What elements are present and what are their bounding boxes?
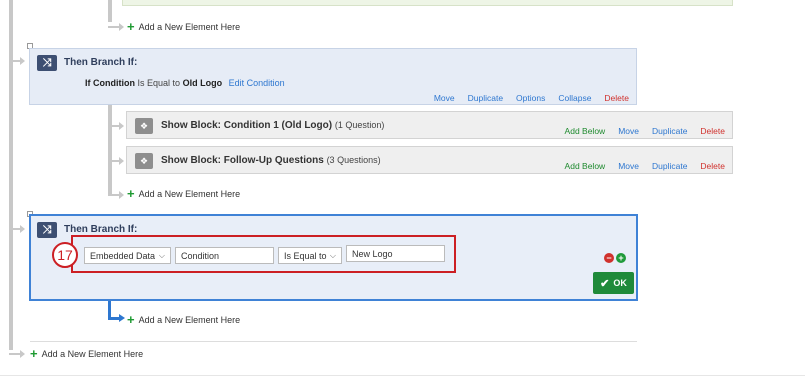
previous-element-strip [122,0,733,6]
add-below-link[interactable]: Add Below [565,126,606,136]
add-element-label: Add a New Element Here [138,315,241,325]
block-element: ❖ Show Block: Condition 1 (Old Logo) (1 … [126,111,733,139]
edit-condition-link[interactable]: Edit Condition [229,78,285,88]
block-element: ❖ Show Block: Follow-Up Questions (3 Que… [126,146,733,174]
options-link[interactable]: Options [516,93,545,103]
branch1-child-line [108,105,112,195]
delete-link[interactable]: Delete [700,126,725,136]
connector-arrow [20,225,25,233]
add-element-link[interactable]: + Add a New Element Here [30,346,144,361]
bottom-divider [0,375,805,376]
connector-arrow [20,350,25,358]
branch-condition-box: ⤨ Then Branch If: If Condition Is Equal … [29,48,637,105]
cond-op: Is Equal to [137,78,181,88]
move-link[interactable]: Move [434,93,455,103]
remove-condition-icon[interactable]: − [604,253,614,263]
branch-icon: ⤨ [37,222,57,238]
plus-icon: + [30,346,38,361]
duplicate-link[interactable]: Duplicate [652,161,687,171]
block-icon: ❖ [135,118,153,134]
connector-arrow [20,57,25,65]
move-link[interactable]: Move [618,126,639,136]
block-icon: ❖ [135,153,153,169]
divider [30,341,637,342]
delete-link[interactable]: Delete [700,161,725,171]
check-icon: ✔ [600,277,610,290]
duplicate-link[interactable]: Duplicate [652,126,687,136]
cond-if: If [85,78,91,88]
add-element-link[interactable]: + Add a New Element Here [127,19,241,34]
plus-icon: + [127,19,135,34]
add-element-label: Add a New Element Here [138,189,241,199]
branch-title: Then Branch If: [64,224,138,235]
block-title: Show Block: Follow-Up Questions (3 Quest… [161,155,381,166]
branch-condition-text: If Condition Is Equal to Old Logo Edit C… [85,78,285,88]
ok-button[interactable]: ✔ OK [593,272,634,294]
branch-title: Then Branch If: [64,57,138,68]
plus-icon: + [127,312,135,327]
step-badge: 17 [52,242,78,268]
add-below-link[interactable]: Add Below [565,161,606,171]
block-actions: Add Below Move Duplicate Delete [552,161,725,171]
add-element-label: Add a New Element Here [41,349,144,359]
root-tree-line [9,0,13,350]
collapse-link[interactable]: Collapse [558,93,591,103]
duplicate-link[interactable]: Duplicate [468,93,503,103]
plus-icon: + [127,186,135,201]
delete-link[interactable]: Delete [604,93,629,103]
block-title: Show Block: Condition 1 (Old Logo) (1 Qu… [161,120,385,131]
connector-arrow [119,157,124,165]
cond-value: Old Logo [182,78,223,88]
add-element-link[interactable]: + Add a New Element Here [127,186,241,201]
connector-arrow [119,122,124,130]
move-link[interactable]: Move [618,161,639,171]
branch-icon: ⤨ [37,55,57,71]
block-actions: Add Below Move Duplicate Delete [552,126,725,136]
add-element-link[interactable]: + Add a New Element Here [127,312,241,327]
cond-field: Condition [93,78,136,88]
add-condition-icon[interactable]: + [616,253,626,263]
connector-arrow [119,191,124,199]
highlight-box [71,235,456,273]
branch1-tree-line [108,0,112,22]
active-connector-arrow [119,314,125,322]
add-element-label: Add a New Element Here [138,22,241,32]
connector-arrow [119,23,124,31]
branch-actions: Move Duplicate Options Collapse Delete [421,93,629,103]
